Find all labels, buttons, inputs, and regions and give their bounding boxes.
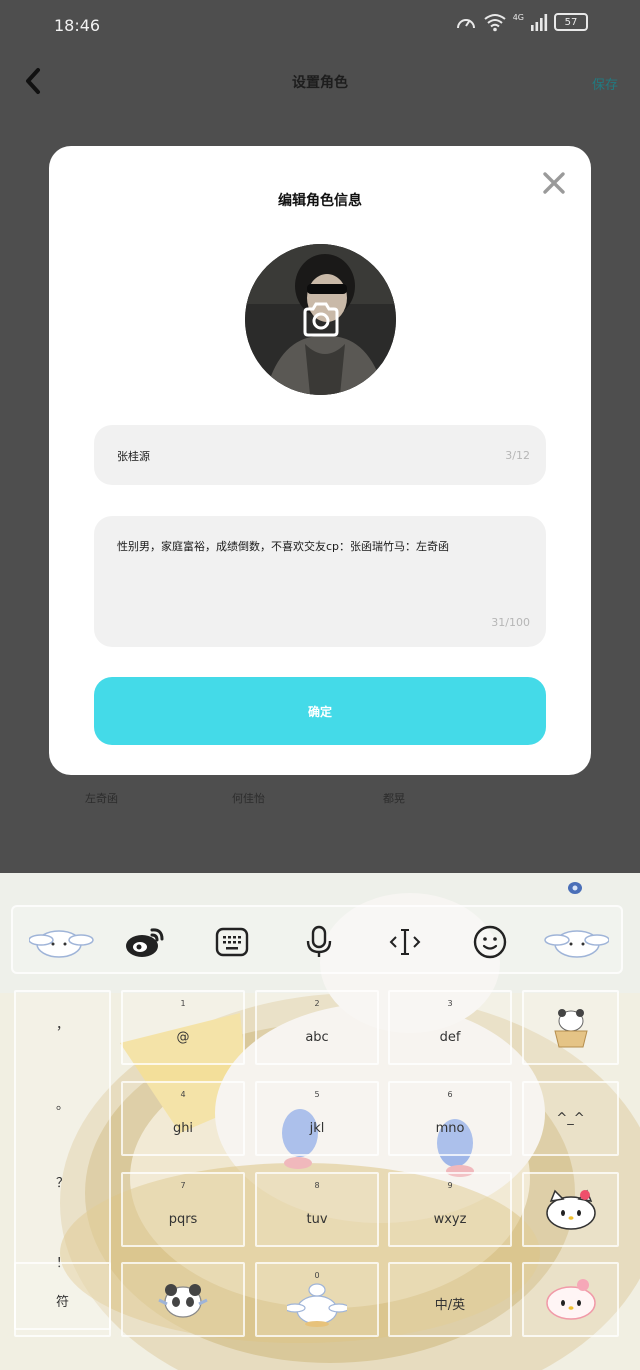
key-number: 9 [447, 1181, 453, 1190]
edit-character-modal: 编辑角色信息 张桂源 3/12 性别男，家庭富裕，成绩倒数，不喜欢交友cp：张函… [49, 146, 591, 775]
language-switch-label: 中/英 [434, 1298, 466, 1313]
camera-icon[interactable] [301, 302, 341, 338]
status-time: 18:46 [54, 16, 101, 35]
key-8[interactable]: 8 tuv [255, 1172, 379, 1247]
space-key[interactable]: 0 [255, 1262, 379, 1337]
symbol-comma[interactable]: ， [16, 1014, 109, 1033]
confirm-button[interactable]: 确定 [94, 677, 546, 745]
panda-bowl-sticker-icon [553, 1008, 588, 1047]
key-6[interactable]: 6 mno [388, 1081, 512, 1156]
symbol-question[interactable]: ？ [16, 1172, 109, 1191]
key-label: mno [435, 1121, 465, 1136]
key-number: 5 [314, 1090, 320, 1099]
key-number: 0 [314, 1271, 320, 1280]
sticker-key[interactable] [121, 1262, 245, 1337]
key-1[interactable]: 1 @ [121, 990, 245, 1065]
symbol-key[interactable]: 符 [14, 1262, 111, 1337]
status-bar: 18:46 4G 57 [0, 0, 640, 50]
background-character-name[interactable]: 左奇函 [85, 790, 118, 806]
key-number: 2 [314, 999, 320, 1008]
ime-keyboard: ， 。 ？ ！ 符 1 @ 2 abc 3 def 4 ghi 5 jkl 6 … [0, 873, 640, 1370]
key-2[interactable]: 2 abc [255, 990, 379, 1065]
key-label: tuv [306, 1212, 328, 1227]
floating-pin-icon[interactable] [566, 880, 584, 896]
keyboard-icon[interactable] [207, 917, 257, 967]
character-name-value: 张桂源 [117, 450, 150, 463]
hello-kitty-sticker-key[interactable] [522, 1172, 619, 1247]
page-title: 设置角色 [292, 75, 348, 91]
character-description-value: 性别男，家庭富裕，成绩倒数，不喜欢交友cp：张函瑞竹马：左奇函 [117, 540, 450, 553]
emoji-icon[interactable] [465, 917, 515, 967]
key-label: abc [305, 1030, 329, 1045]
hello-kitty-icon [545, 1189, 596, 1230]
key-label: ghi [172, 1121, 194, 1136]
battery-icon: 57 [554, 13, 588, 31]
key-number: 8 [314, 1181, 320, 1190]
background-character-name[interactable]: 都晃 [383, 790, 405, 806]
close-icon[interactable] [541, 170, 567, 196]
character-name-input[interactable]: 张桂源 3/12 [94, 425, 546, 485]
text-cursor-icon[interactable] [380, 917, 430, 967]
network-type: 4G [512, 12, 524, 22]
hello-kitty-pink-sticker-key[interactable] [522, 1262, 619, 1337]
wifi-icon [484, 14, 506, 32]
symbol-period[interactable]: 。 [16, 1094, 109, 1113]
battery-level: 57 [564, 16, 578, 28]
key-9[interactable]: 9 wxyz [388, 1172, 512, 1247]
key-number: 4 [180, 1090, 186, 1099]
signal-icon [531, 14, 548, 31]
save-button[interactable]: 保存 [592, 74, 618, 93]
collapse-keyboard-icon[interactable] [541, 917, 611, 967]
key-label: pqrs [168, 1212, 198, 1227]
key-3[interactable]: 3 def [388, 990, 512, 1065]
symbol-key-label: 符 [55, 1295, 69, 1310]
key-label: jkl [309, 1121, 325, 1136]
panda-sticker-key[interactable] [522, 990, 619, 1065]
panda-sticker-icon [158, 1283, 208, 1318]
modal-title: 编辑角色信息 [278, 193, 362, 209]
key-4[interactable]: 4 ghi [121, 1081, 245, 1156]
background-character-name[interactable]: 何佳怡 [232, 790, 265, 806]
emoticon-label: ^_^ [556, 1111, 585, 1126]
key-label: wxyz [433, 1212, 467, 1227]
speed-icon [456, 19, 475, 29]
key-7[interactable]: 7 pqrs [121, 1172, 245, 1247]
key-label: @ [176, 1030, 190, 1045]
character-description-textarea[interactable]: 性别男，家庭富裕，成绩倒数，不喜欢交友cp：张函瑞竹马：左奇函 31/100 [94, 516, 546, 647]
key-5[interactable]: 5 jkl [255, 1081, 379, 1156]
key-number: 3 [447, 999, 453, 1008]
status-icons: 4G 57 [455, 12, 588, 32]
keyboard-toolbar [11, 905, 623, 974]
weibo-icon[interactable] [121, 917, 171, 967]
key-label: def [439, 1030, 461, 1045]
key-number: 6 [447, 1090, 453, 1099]
language-switch-key[interactable]: 中/英 [388, 1262, 512, 1337]
key-number: 7 [180, 1181, 186, 1190]
cinnamoroll-chef-sticker-icon [287, 1283, 347, 1328]
key-number: 1 [180, 999, 186, 1008]
name-char-counter: 3/12 [505, 449, 530, 462]
avatar[interactable] [245, 244, 396, 395]
emoticon-key[interactable]: ^_^ [522, 1081, 619, 1156]
description-char-counter: 31/100 [491, 616, 530, 629]
hello-kitty-pink-icon [545, 1278, 596, 1320]
microphone-icon[interactable] [294, 917, 344, 967]
sticker-icon[interactable] [27, 917, 97, 967]
